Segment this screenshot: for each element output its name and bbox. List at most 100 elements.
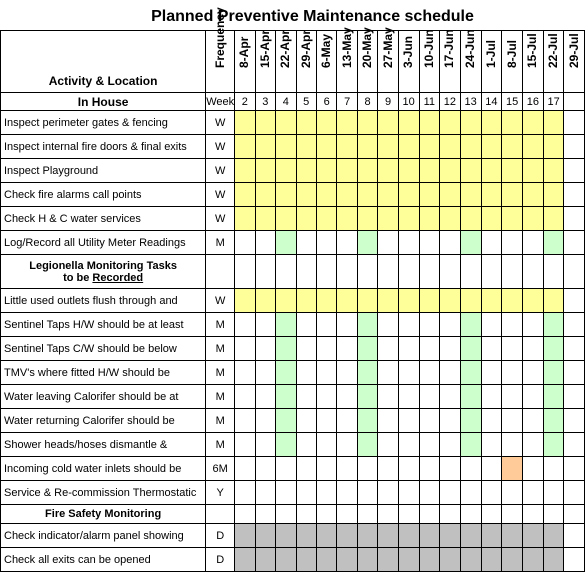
task-frequency: W — [206, 183, 235, 207]
schedule-cell — [460, 524, 481, 548]
task-frequency: M — [206, 409, 235, 433]
schedule-cell — [337, 111, 357, 135]
schedule-cell — [316, 361, 336, 385]
schedule-cell — [481, 481, 502, 505]
task-row: Inspect PlaygroundW — [1, 159, 585, 183]
empty-cell — [481, 505, 502, 524]
schedule-cell — [235, 361, 255, 385]
schedule-cell — [316, 207, 336, 231]
schedule-cell — [502, 433, 523, 457]
schedule-cell — [276, 289, 296, 313]
task-frequency: 6M — [206, 457, 235, 481]
schedule-cell — [235, 207, 255, 231]
schedule-cell — [543, 409, 564, 433]
schedule-cell — [398, 159, 419, 183]
schedule-cell — [398, 337, 419, 361]
schedule-cell — [316, 159, 336, 183]
schedule-cell — [460, 457, 481, 481]
week-number: 8 — [357, 93, 377, 111]
schedule-cell — [522, 207, 543, 231]
schedule-cell — [522, 457, 543, 481]
empty-cell — [378, 505, 398, 524]
week-number: 3 — [255, 93, 275, 111]
schedule-cell — [378, 231, 398, 255]
schedule-cell — [316, 337, 336, 361]
date-header: 29-Jul — [564, 31, 585, 93]
schedule-cell — [564, 159, 585, 183]
schedule-cell — [440, 289, 461, 313]
week-number: 14 — [481, 93, 502, 111]
schedule-cell — [378, 289, 398, 313]
schedule-cell — [235, 289, 255, 313]
schedule-cell — [357, 313, 377, 337]
schedule-cell — [276, 457, 296, 481]
week-number: 6 — [316, 93, 336, 111]
task-frequency: M — [206, 313, 235, 337]
schedule-cell — [378, 433, 398, 457]
activity-header: Activity & Location — [1, 31, 206, 93]
schedule-cell — [255, 313, 275, 337]
schedule-cell — [276, 337, 296, 361]
section-label: Legionella Monitoring Tasksto be Recorde… — [1, 255, 206, 289]
header-row: Activity & Location Frequency 8-Apr 15-A… — [1, 31, 585, 93]
schedule-cell — [543, 385, 564, 409]
schedule-cell — [357, 231, 377, 255]
schedule-cell — [357, 433, 377, 457]
schedule-cell — [378, 481, 398, 505]
empty-cell — [296, 505, 316, 524]
schedule-cell — [564, 207, 585, 231]
task-frequency: M — [206, 385, 235, 409]
schedule-cell — [522, 481, 543, 505]
schedule-cell — [296, 481, 316, 505]
schedule-cell — [522, 361, 543, 385]
task-label: Check fire alarms call points — [1, 183, 206, 207]
schedule-cell — [440, 135, 461, 159]
schedule-cell — [255, 457, 275, 481]
schedule-cell — [502, 289, 523, 313]
schedule-cell — [357, 524, 377, 548]
schedule-cell — [440, 524, 461, 548]
schedule-cell — [564, 111, 585, 135]
schedule-cell — [543, 289, 564, 313]
schedule-cell — [276, 385, 296, 409]
schedule-table: Activity & Location Frequency 8-Apr 15-A… — [0, 30, 585, 572]
schedule-cell — [296, 207, 316, 231]
schedule-cell — [419, 135, 440, 159]
schedule-cell — [255, 289, 275, 313]
schedule-cell — [481, 159, 502, 183]
schedule-cell — [440, 409, 461, 433]
schedule-cell — [440, 337, 461, 361]
schedule-cell — [276, 207, 296, 231]
schedule-cell — [481, 524, 502, 548]
schedule-cell — [460, 289, 481, 313]
schedule-cell — [357, 481, 377, 505]
schedule-cell — [543, 313, 564, 337]
schedule-cell — [357, 111, 377, 135]
schedule-cell — [296, 385, 316, 409]
schedule-cell — [255, 524, 275, 548]
page-title: Planned Preventive Maintenance schedule — [40, 0, 585, 30]
schedule-cell — [296, 183, 316, 207]
schedule-cell — [460, 481, 481, 505]
schedule-cell — [460, 159, 481, 183]
week-number: 4 — [276, 93, 296, 111]
task-label: Shower heads/hoses dismantle & — [1, 433, 206, 457]
schedule-cell — [522, 433, 543, 457]
schedule-cell — [235, 313, 255, 337]
schedule-cell — [398, 313, 419, 337]
schedule-cell — [337, 433, 357, 457]
schedule-cell — [316, 385, 336, 409]
schedule-cell — [522, 183, 543, 207]
task-row: Sentinel Taps H/W should be at leastM — [1, 313, 585, 337]
schedule-cell — [440, 313, 461, 337]
task-row: Shower heads/hoses dismantle & M — [1, 433, 585, 457]
schedule-cell — [255, 231, 275, 255]
empty-cell — [419, 255, 440, 289]
empty-cell — [419, 505, 440, 524]
empty-cell — [543, 505, 564, 524]
schedule-cell — [440, 385, 461, 409]
empty-cell — [206, 505, 235, 524]
task-frequency: W — [206, 159, 235, 183]
schedule-cell — [296, 159, 316, 183]
schedule-cell — [378, 183, 398, 207]
